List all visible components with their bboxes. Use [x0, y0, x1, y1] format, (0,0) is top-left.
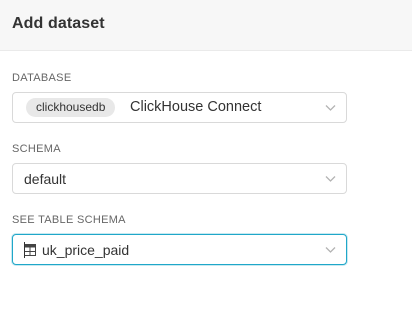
- panel-title: Add dataset: [12, 15, 105, 32]
- schema-label: SCHEMA: [12, 143, 61, 155]
- chevron-down-icon: [325, 176, 336, 182]
- chevron-down-icon: [325, 105, 336, 111]
- chevron-down-icon: [325, 247, 336, 253]
- table-icon: [24, 244, 36, 256]
- panel-header: Add dataset: [0, 0, 412, 51]
- database-select[interactable]: clickhousedb ClickHouse Connect: [12, 92, 347, 123]
- database-select-value: ClickHouse Connect: [130, 99, 262, 115]
- table-select-value: uk_price_paid: [42, 242, 130, 258]
- table-schema-label: SEE TABLE SCHEMA: [12, 214, 126, 226]
- schema-select[interactable]: default: [12, 163, 347, 194]
- text-cursor: [24, 242, 25, 258]
- table-select[interactable]: uk_price_paid: [12, 234, 347, 265]
- database-type-badge: clickhousedb: [26, 98, 116, 117]
- schema-select-value: default: [24, 171, 67, 187]
- database-label: DATABASE: [12, 72, 72, 84]
